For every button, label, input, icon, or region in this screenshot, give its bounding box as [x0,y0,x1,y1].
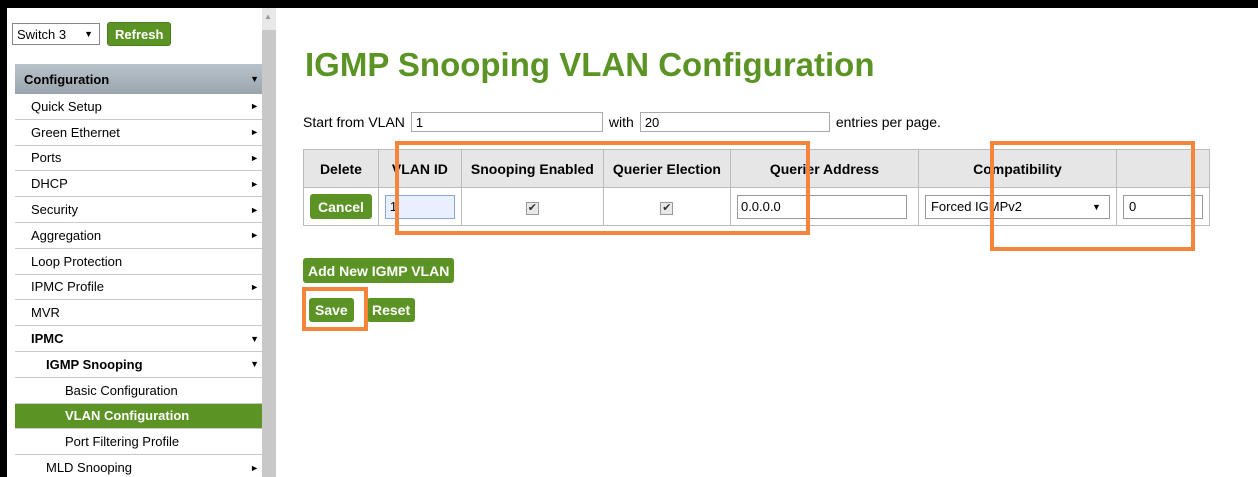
header-querier-address: Querier Address [729,149,919,188]
refresh-button[interactable]: Refresh [107,22,172,46]
save-button[interactable]: Save [309,298,354,322]
sidebar-item-igmp-snooping[interactable]: IGMP Snooping ▼ [15,351,262,378]
sidebar-item-label: Aggregation [31,227,102,243]
extra-cell: 0 [1115,187,1210,226]
start-vlan-input[interactable]: 1 [410,112,603,132]
chevron-right-icon: ► [250,462,259,473]
sidebar-item-aggregation[interactable]: Aggregation ► [15,222,262,249]
chevron-right-icon: ► [250,230,259,241]
sidebar-scrollbar[interactable]: ▲ [262,8,276,477]
cancel-button[interactable]: Cancel [310,194,372,219]
sidebar-item-ports[interactable]: Ports ► [15,145,262,172]
chevron-right-icon: ► [250,281,259,292]
header-querier-election: Querier Election [602,149,731,188]
sidebar-item-vlan-configuration[interactable]: VLAN Configuration [15,403,262,430]
entries-input[interactable]: 20 [639,112,830,132]
table-row: Cancel 1 ✔ ✔ 0.0.0.0 Forced IGMPv2 ▼ 0 [303,187,1210,226]
querier-election-checkbox[interactable]: ✔ [660,202,674,215]
sidebar-item-label: DHCP [31,176,68,192]
vlan-id-input[interactable]: 1 [384,194,455,219]
table-header-row: Delete VLAN ID Snooping Enabled Querier … [303,149,1210,188]
sidebar: Switch 3 ▼ Refresh Configuration ▼ Quick… [7,8,262,477]
header-snooping-enabled: Snooping Enabled [460,149,604,188]
sidebar-item-mvr[interactable]: MVR [15,300,262,327]
compatibility-cell: Forced IGMPv2 ▼ [917,187,1117,226]
querier-address-input[interactable]: 0.0.0.0 [736,194,907,219]
sidebar-item-dhcp[interactable]: DHCP ► [15,171,262,198]
snooping-enabled-checkbox[interactable]: ✔ [525,202,539,215]
delete-cell: Cancel [303,187,379,226]
header-delete: Delete [303,149,379,188]
sidebar-item-label: Security [31,202,78,218]
entries-label: entries per page. [835,114,941,130]
sidebar-item-ipmc-profile[interactable]: IPMC Profile ► [15,274,262,301]
sidebar-item-label: Green Ethernet [31,124,120,140]
chevron-down-icon: ▼ [1092,201,1101,212]
chevron-right-icon: ► [250,101,259,112]
compatibility-select[interactable]: Forced IGMPv2 ▼ [924,194,1110,219]
sidebar-item-green-ethernet[interactable]: Green Ethernet ► [15,119,262,146]
header-vlan-id: VLAN ID [377,149,462,188]
with-label: with [608,114,634,130]
chevron-down-icon: ▼ [84,29,93,39]
sidebar-item-basic-configuration[interactable]: Basic Configuration [15,377,262,404]
querier-election-cell: ✔ [602,187,731,226]
sidebar-item-security[interactable]: Security ► [15,197,262,223]
start-label: Start from VLAN [303,114,405,130]
reset-button[interactable]: Reset [367,298,416,322]
switch-select-value: Switch 3 [17,26,67,42]
chevron-right-icon: ► [250,204,259,215]
compatibility-value: Forced IGMPv2 [930,199,1022,214]
sidebar-item-label: MLD Snooping [46,460,132,476]
sidebar-item-label: Port Filtering Profile [65,434,180,450]
extra-input[interactable]: 0 [1122,194,1203,219]
chevron-right-icon: ► [250,127,259,138]
sidebar-item-label: MVR [31,305,60,321]
sidebar-item-label: Ports [31,150,62,166]
header-compatibility: Compatibility [917,149,1117,188]
querier-address-cell: 0.0.0.0 [729,187,919,226]
sidebar-item-label: Loop Protection [31,253,123,269]
sidebar-item-label: Basic Configuration [65,382,178,398]
vlan-table: Delete VLAN ID Snooping Enabled Querier … [303,149,1210,226]
add-igmp-vlan-button[interactable]: Add New IGMP VLAN [303,258,455,283]
chevron-down-icon: ▼ [250,74,259,84]
chevron-right-icon: ► [250,152,259,163]
scrollbar-thumb[interactable] [262,30,276,477]
configuration-header[interactable]: Configuration ▼ [15,64,262,94]
sidebar-item-label: VLAN Configuration [65,408,190,424]
chevron-right-icon: ► [250,178,259,189]
header-extra [1115,149,1210,188]
sidebar-item-quick-setup[interactable]: Quick Setup ► [15,94,262,120]
sidebar-menu: Quick Setup ► Green Ethernet ► Ports ► DHCP ► Se… [15,94,262,477]
main-content: IGMP Snooping VLAN Configuration Start f… [287,8,1258,477]
sidebar-item-label: IGMP Snooping [46,356,143,372]
vlan-id-cell: 1 [377,187,462,226]
configuration-header-label: Configuration [24,71,110,87]
snooping-enabled-cell: ✔ [460,187,604,226]
page-title: IGMP Snooping VLAN Configuration [305,46,875,83]
sidebar-item-loop-protection[interactable]: Loop Protection [15,248,262,275]
chevron-down-icon: ▼ [250,333,259,344]
chevron-down-icon: ▼ [250,359,259,370]
sidebar-item-port-filtering-profile[interactable]: Port Filtering Profile [15,429,262,456]
browser-frame: Switch 3 ▼ Refresh Configuration ▼ Quick… [7,8,1258,477]
paging-row: Start from VLAN 1 with 20 entries per pa… [303,112,941,132]
switch-select[interactable]: Switch 3 ▼ [12,23,100,45]
scroll-up-icon[interactable]: ▲ [264,12,272,21]
sidebar-item-ipmc[interactable]: IPMC ▼ [15,326,262,352]
sidebar-toolbar: Switch 3 ▼ Refresh [12,20,172,48]
sidebar-item-label: Quick Setup [31,98,102,114]
sidebar-item-mld-snooping[interactable]: MLD Snooping ► [15,455,262,477]
sidebar-item-label: IPMC [31,331,64,347]
sidebar-item-label: IPMC Profile [31,279,104,295]
